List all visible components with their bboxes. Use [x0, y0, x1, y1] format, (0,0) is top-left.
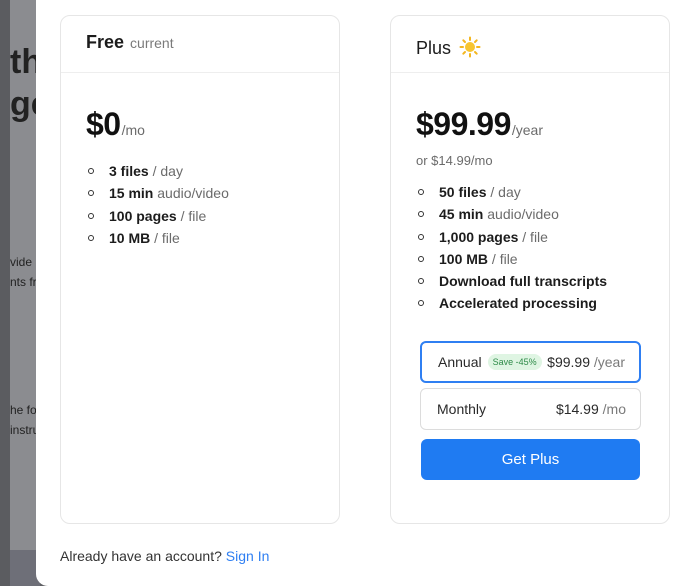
pricing-modal: Free current $0 /mo 3 files / day 15 min… — [36, 0, 694, 586]
bullet-icon — [418, 233, 424, 240]
background-text-line: nts fr — [10, 275, 37, 289]
plan-name: Plus — [416, 38, 452, 58]
sun-icon — [459, 36, 481, 58]
background-text-line: instru — [10, 423, 40, 437]
feature-value: 45 min — [439, 206, 484, 223]
feature-unit: / day — [486, 184, 521, 200]
feature-value: 100 pages — [109, 207, 177, 224]
feature-unit: / file — [150, 229, 180, 246]
bullet-icon — [88, 190, 94, 197]
feature-item: Download full transcripts — [418, 270, 607, 292]
feature-unit: / file — [488, 250, 518, 267]
bullet-icon — [88, 168, 94, 174]
feature-item: 1,000 pages / file — [418, 226, 607, 248]
billing-option-price: $99.99 /year — [547, 354, 625, 370]
feature-item: Accelerated processing — [418, 292, 607, 314]
billing-price-amount: $14.99 — [555, 401, 599, 417]
feature-value: 3 files — [109, 163, 149, 179]
current-plan-tag: current — [130, 35, 174, 51]
feature-value: 15 min — [109, 185, 154, 202]
billing-option-annual[interactable]: Annual Save -45% $99.99 /year — [420, 341, 641, 383]
feature-unit: audio/video — [483, 206, 559, 223]
feature-item: 100 MB / file — [418, 248, 607, 270]
feature-item: 50 files / day — [418, 181, 607, 203]
billing-option-price: $14.99 /mo — [556, 401, 626, 417]
billing-price-unit: /mo — [602, 401, 626, 417]
plus-plan-header: Plus — [391, 16, 669, 73]
feature-value: 100 MB — [439, 250, 489, 267]
free-price: $0 /mo — [86, 106, 145, 143]
billing-option-monthly[interactable]: Monthly $14.99 /mo — [420, 388, 641, 430]
bullet-icon — [418, 278, 424, 285]
feature-unit: / day — [148, 163, 183, 179]
alt-price: or $14.99/mo — [416, 153, 493, 168]
feature-item: 15 min audio/video — [88, 182, 229, 204]
feature-item: 100 pages / file — [88, 205, 229, 227]
get-plus-button[interactable]: Get Plus — [421, 439, 640, 480]
price-amount: $0 — [86, 106, 121, 142]
bullet-icon — [418, 300, 424, 307]
feature-unit: / file — [518, 228, 548, 245]
billing-option-label: Annual — [438, 354, 482, 370]
background-text-line: vide — [10, 255, 33, 269]
feature-value: 50 files — [439, 184, 487, 200]
signin-prompt: Already have an account? Sign In — [60, 548, 269, 564]
feature-item: 45 min audio/video — [418, 203, 607, 225]
plus-feature-list: 50 files / day 45 min audio/video 1,000 … — [418, 181, 607, 315]
bullet-icon — [88, 212, 94, 219]
free-plan-card: Free current $0 /mo 3 files / day 15 min… — [60, 15, 340, 524]
sign-in-link[interactable]: Sign In — [226, 548, 270, 564]
bullet-icon — [418, 189, 424, 195]
bullet-icon — [418, 255, 424, 262]
billing-price-unit: /year — [593, 354, 625, 370]
save-badge: Save -45% — [487, 354, 542, 370]
plus-price: $99.99 /year — [416, 106, 543, 143]
background-page: th ge vide nts fr he fo instru — [0, 0, 40, 586]
free-plan-header: Free current — [61, 16, 339, 73]
feature-value: Accelerated processing — [439, 295, 597, 312]
billing-price-amount: $99.99 — [547, 354, 590, 370]
bullet-icon — [88, 234, 94, 241]
feature-value: Download full transcripts — [439, 273, 608, 290]
price-period: /mo — [121, 122, 145, 138]
feature-unit: audio/video — [153, 185, 229, 202]
price-period: /year — [511, 122, 543, 138]
billing-option-label: Monthly — [437, 401, 487, 417]
background-text-line: he fo — [10, 403, 37, 417]
feature-item: 3 files / day — [88, 160, 229, 182]
free-feature-list: 3 files / day 15 min audio/video 100 pag… — [88, 160, 229, 249]
price-amount: $99.99 — [416, 106, 511, 142]
background-edge — [0, 0, 10, 586]
feature-item: 10 MB / file — [88, 227, 229, 249]
plan-name: Free — [86, 32, 125, 52]
signin-prompt-text: Already have an account? — [60, 548, 222, 564]
feature-value: 10 MB — [109, 229, 151, 246]
plus-plan-card: Plus $99.99 /year or $14.99/mo 50 files … — [390, 15, 670, 524]
bullet-icon — [418, 211, 424, 218]
feature-unit: / file — [176, 207, 207, 224]
feature-value: 1,000 pages — [439, 228, 519, 245]
